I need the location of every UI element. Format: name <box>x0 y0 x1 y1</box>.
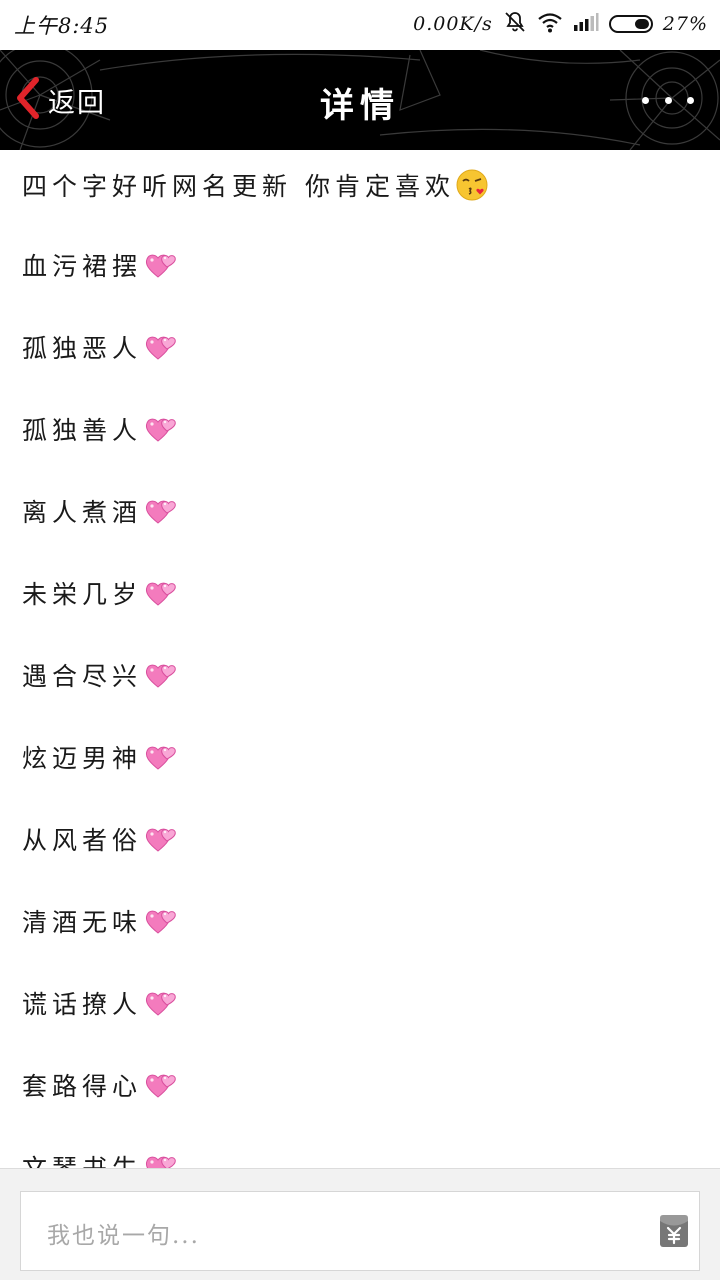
two-hearts-icon <box>144 412 178 446</box>
two-hearts-icon <box>144 986 178 1020</box>
name-text: 谎话撩人 <box>22 990 143 1019</box>
intro-text: 四个字好听网名更新 你肯定喜欢 <box>22 172 455 201</box>
wifi-icon <box>537 11 563 37</box>
network-speed: 0.00K/s <box>413 13 493 35</box>
list-item: 离人煮酒 <box>22 486 178 536</box>
two-hearts-icon <box>144 658 178 692</box>
name-text: 从风者俗 <box>22 826 143 855</box>
list-item: 血污裙摆 <box>22 240 178 290</box>
more-dots-icon <box>642 96 649 104</box>
battery-fill <box>634 19 649 29</box>
list-item: 谎话撩人 <box>22 978 178 1028</box>
battery-icon <box>608 15 653 33</box>
comment-input[interactable]: 我也说一句... <box>20 1191 700 1271</box>
intro-line: 四个字好听网名更新 你肯定喜欢 <box>22 160 489 210</box>
two-hearts-icon <box>144 576 178 610</box>
name-text: 离人煮酒 <box>22 498 143 527</box>
comment-bar: 我也说一句... <box>0 1168 720 1280</box>
name-text: 孤独善人 <box>22 416 143 445</box>
two-hearts-icon <box>144 494 178 528</box>
list-item: 遇合尽兴 <box>22 650 178 700</box>
list-item: 炫迈男神 <box>22 732 178 782</box>
two-hearts-icon <box>144 822 178 856</box>
list-item: 清酒无味 <box>22 896 178 946</box>
name-text: 文琴书生 <box>22 1149 142 1168</box>
page-title: 详情 <box>320 86 400 126</box>
name-text: 血污裙摆 <box>22 252 143 281</box>
two-hearts-icon <box>144 904 178 938</box>
comment-placeholder: 我也说一句... <box>47 1223 200 1249</box>
list-item: 孤独恶人 <box>22 322 178 372</box>
status-bar: 上午8:45 0.00K/s 27% <box>0 0 720 50</box>
status-time: 上午8:45 <box>14 14 110 38</box>
name-text: 炫迈男神 <box>22 744 143 773</box>
notifications-off-icon <box>503 10 527 38</box>
two-hearts-icon <box>144 248 178 282</box>
list-item: 未栄几岁 <box>22 568 178 618</box>
status-indicators: 0.00K/s 27% <box>413 10 708 38</box>
battery-percent: 27% <box>662 13 708 35</box>
list-item: 从风者俗 <box>22 814 178 864</box>
two-hearts-icon <box>144 740 178 774</box>
name-text: 未栄几岁 <box>22 580 143 609</box>
list-item: 套路得心 <box>22 1060 178 1110</box>
list-item: 文琴书生 <box>22 1142 178 1168</box>
more-options-button[interactable] <box>642 88 694 112</box>
name-text: 套路得心 <box>22 1072 143 1101</box>
name-text: 清酒无味 <box>22 908 143 937</box>
more-dots-icon <box>664 96 672 104</box>
red-envelope-icon[interactable] <box>659 1214 689 1248</box>
name-text: 孤独恶人 <box>22 334 143 363</box>
two-hearts-icon <box>144 330 178 364</box>
signal-icon <box>573 12 599 36</box>
kissing-face-icon <box>455 168 489 202</box>
header-bar: 返回 详情 <box>0 50 720 150</box>
list-item: 孤独善人 <box>22 404 178 454</box>
two-hearts-icon <box>144 1068 178 1102</box>
name-text: 遇合尽兴 <box>22 662 143 691</box>
two-hearts-icon <box>144 1150 178 1168</box>
post-content: 四个字好听网名更新 你肯定喜欢 血污裙摆孤独恶人孤独善人离人煮酒未栄几岁遇合尽兴… <box>0 150 720 1168</box>
more-dots-icon <box>687 96 694 104</box>
